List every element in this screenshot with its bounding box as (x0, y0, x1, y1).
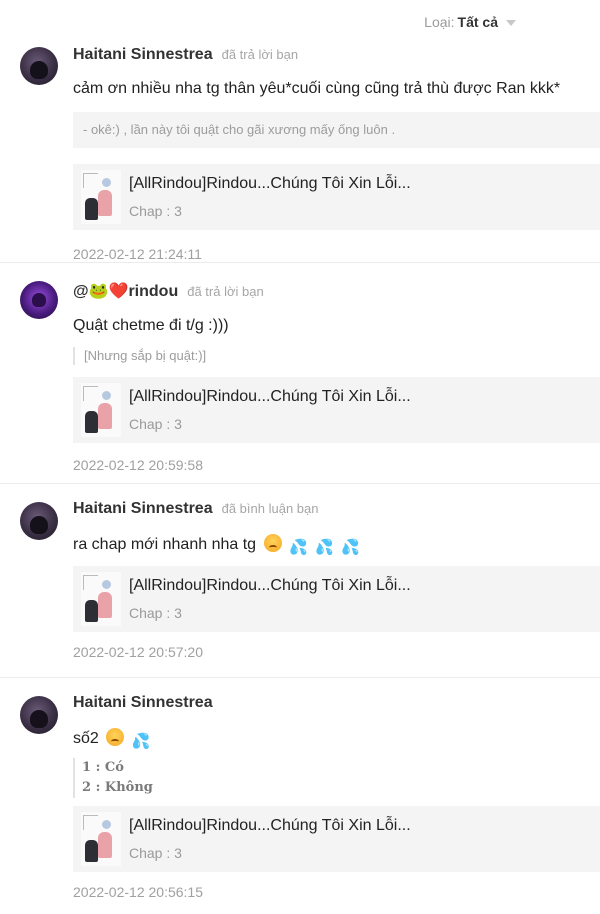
sweat-drops-icon: 💦 (131, 733, 151, 750)
avatar[interactable] (20, 281, 58, 319)
story-cover-image (81, 383, 121, 437)
comment-row: số2 💦 (73, 728, 600, 750)
story-title: [AllRindou]Rindou...Chúng Tôi Xin Lỗi... (129, 577, 411, 594)
angry-face-icon (106, 728, 125, 746)
angry-face-icon (263, 534, 282, 552)
timestamp: 2022-02-12 21:24:11 (73, 246, 202, 262)
chevron-down-icon[interactable] (506, 20, 516, 26)
comment-text: số2 (73, 730, 99, 747)
comment-text: ra chap mới nhanh nha tg (73, 536, 257, 553)
avatar[interactable] (20, 47, 58, 85)
story-cover-image (81, 572, 121, 626)
avatar[interactable] (20, 502, 58, 540)
chapter-label: Chap : 3 (129, 203, 182, 219)
action-text: đã trả lời bạn (221, 47, 299, 62)
notification-item[interactable]: Haitani Sinnestrea đã trả lời bạn cảm ơn… (0, 44, 600, 263)
comment-text: Quật chetme đi t/g :))) (73, 317, 229, 334)
sweat-drops-icon: 💦 (315, 539, 334, 556)
chapter-label: Chap : 3 (129, 845, 182, 861)
chapter-label: Chap : 3 (129, 605, 182, 621)
filter-bar[interactable]: Loại: Tất cả (0, 0, 600, 44)
action-text: đã trả lời bạn (187, 284, 264, 299)
poll-option: 2 : Không (82, 780, 153, 795)
sweat-drops-icon: 💦 (288, 539, 308, 556)
story-card[interactable]: [AllRindou]Rindou...Chúng Tôi Xin Lỗi...… (73, 566, 600, 632)
action-text: đã bình luận bạn (221, 501, 319, 516)
filter-value[interactable]: Tất cả (458, 14, 498, 30)
story-cover-image (81, 812, 121, 866)
quoted-reply: [Nhưng sắp bị quật:)] (73, 347, 600, 365)
story-title: [AllRindou]Rindou...Chúng Tôi Xin Lỗi... (129, 817, 411, 834)
sweat-drops-icon: 💦 (341, 539, 360, 556)
poll-option: 1 : Có (82, 760, 124, 775)
story-card[interactable]: [AllRindou]Rindou...Chúng Tôi Xin Lỗi...… (73, 806, 600, 872)
timestamp: 2022-02-12 20:59:58 (73, 457, 203, 473)
story-card[interactable]: [AllRindou]Rindou...Chúng Tôi Xin Lỗi...… (73, 164, 600, 230)
story-title: [AllRindou]Rindou...Chúng Tôi Xin Lỗi... (129, 175, 411, 192)
timestamp: 2022-02-12 20:57:20 (73, 644, 203, 660)
filter-label: Loại: (424, 14, 455, 30)
quoted-reply: - okê:) , lần này tôi quật cho gãi xương… (73, 112, 600, 148)
story-cover-image (81, 170, 121, 224)
quote-text: - okê:) , lần này tôi quật cho gãi xương… (83, 122, 396, 137)
poll-options: 1 : Có 2 : Không (73, 758, 600, 798)
story-card[interactable]: [AllRindou]Rindou...Chúng Tôi Xin Lỗi...… (73, 377, 600, 443)
notification-item[interactable]: @🐸❤️rindou đã trả lời bạn Quật chetme đi… (0, 263, 600, 484)
username[interactable]: Haitani Sinnestrea (73, 694, 213, 712)
timestamp: 2022-02-12 20:56:15 (73, 884, 203, 900)
username[interactable]: Haitani Sinnestrea (73, 500, 213, 518)
chapter-label: Chap : 3 (129, 416, 182, 432)
avatar[interactable] (20, 696, 58, 734)
comment-row: ra chap mới nhanh nha tg 💦 💦 💦 (73, 534, 600, 556)
notification-item[interactable]: Haitani Sinnestrea số2 💦 1 : Có 2 : Khôn… (0, 678, 600, 914)
notification-item[interactable]: Haitani Sinnestrea đã bình luận bạn ra c… (0, 484, 600, 678)
comment-text: cảm ơn nhiều nha tg thân yêu*cuối cùng c… (73, 80, 561, 97)
username[interactable]: Haitani Sinnestrea (73, 46, 213, 64)
quote-text: [Nhưng sắp bị quật:)] (84, 348, 207, 363)
story-title: [AllRindou]Rindou...Chúng Tôi Xin Lỗi... (129, 388, 411, 405)
username[interactable]: @🐸❤️rindou (73, 281, 178, 301)
